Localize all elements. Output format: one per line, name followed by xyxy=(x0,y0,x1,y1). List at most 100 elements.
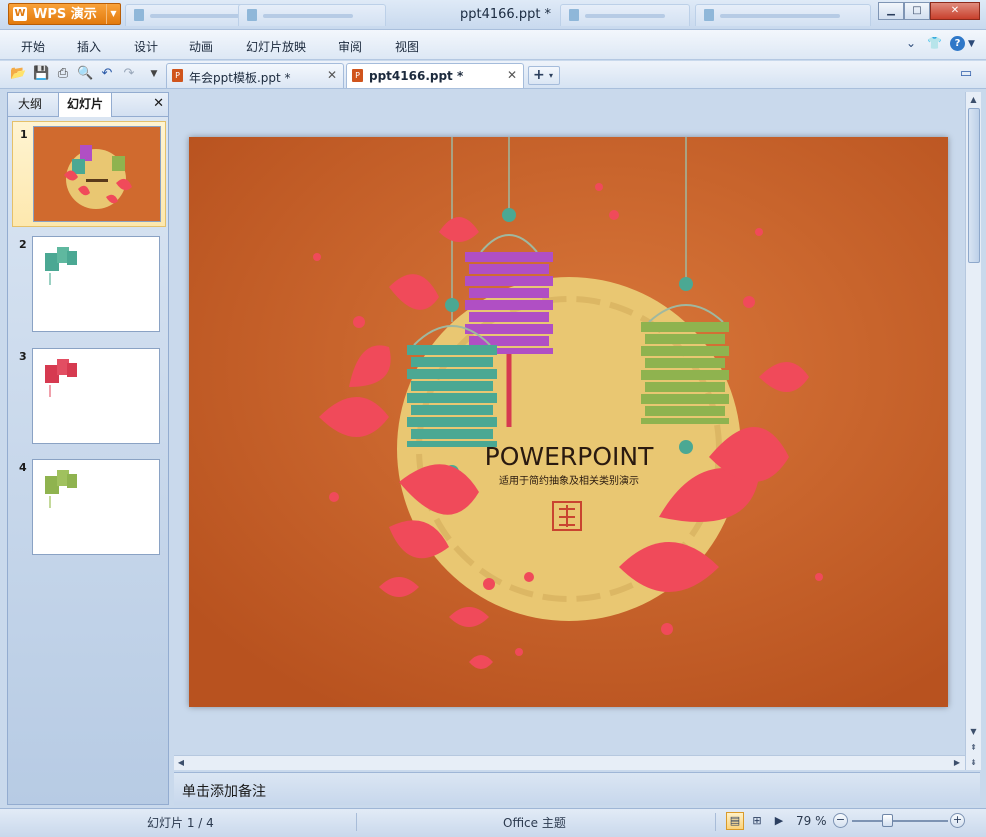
document-icon xyxy=(134,9,144,21)
doc-tab-label: ppt4166.ppt * xyxy=(369,69,464,83)
current-slide[interactable]: POWERPOINT 适用于简约抽象及相关类别演示 xyxy=(189,137,948,707)
document-icon xyxy=(704,9,714,21)
tab-outline[interactable]: 大纲 xyxy=(10,93,50,117)
slide-number: 4 xyxy=(19,461,27,474)
scroll-up-icon[interactable]: ▲ xyxy=(966,92,981,107)
slide-counter: 幻灯片 1 / 4 xyxy=(147,816,214,830)
slide-number: 1 xyxy=(20,128,28,141)
scroll-left-icon[interactable]: ◀ xyxy=(174,756,188,770)
minimize-button[interactable]: ▁ xyxy=(878,2,904,20)
doc-tab-2[interactable]: P ppt4166.ppt * ✕ xyxy=(346,63,524,88)
save-icon[interactable]: 💾 xyxy=(33,66,49,82)
blurred-tab-label xyxy=(585,14,665,18)
chevron-down-icon[interactable]: ▼ xyxy=(968,39,975,49)
slide-preview xyxy=(33,126,161,222)
app-menu-label: WPS 演示 xyxy=(33,7,97,22)
chevron-down-icon[interactable]: ▼ xyxy=(106,4,120,24)
new-tab-button[interactable]: + ▾ xyxy=(528,66,560,85)
slide-number: 2 xyxy=(19,238,27,251)
customize-toolbar-icon[interactable]: ▼ xyxy=(146,66,162,82)
plus-icon: + xyxy=(533,67,545,83)
wps-logo-icon: W xyxy=(13,7,27,21)
background-window-tab[interactable] xyxy=(560,4,690,26)
slide-4-preview-art xyxy=(45,470,77,508)
next-slide-icon[interactable]: ⇟ xyxy=(966,755,981,770)
document-icon xyxy=(247,9,257,21)
theme-name[interactable]: Office 主题 xyxy=(503,814,566,831)
close-icon[interactable]: ✕ xyxy=(327,68,337,82)
menu-bar: 开始 插入 设计 动画 幻灯片放映 审阅 视图 ⌄ 👕 ? ▼ xyxy=(0,30,986,60)
status-bar: 幻灯片 1 / 4 Office 主题 ▤ ⊞ ▶ 79 % − + xyxy=(0,808,986,837)
slide-preview xyxy=(32,459,160,555)
title-bar: W WPS 演示 ▼ ppt4166.ppt * ▁ □ ✕ xyxy=(0,0,986,30)
menu-design[interactable]: 设计 xyxy=(134,38,158,55)
scroll-down-icon[interactable]: ▼ xyxy=(966,724,981,739)
document-icon xyxy=(569,9,579,21)
blurred-tab-label xyxy=(263,14,353,18)
skin-shirt-icon[interactable]: 👕 xyxy=(927,36,942,50)
slide-preview xyxy=(32,236,160,332)
undo-icon[interactable]: ↶ xyxy=(99,66,115,82)
zoom-level[interactable]: 79 % xyxy=(796,814,827,828)
slide-thumbnail-2[interactable]: 2 xyxy=(12,232,166,338)
doc-tab-label: 年会ppt模板.ppt * xyxy=(189,71,291,85)
close-icon[interactable]: ✕ xyxy=(507,68,517,82)
blurred-tab-label xyxy=(720,14,840,18)
divider xyxy=(715,813,716,831)
scroll-thumb[interactable] xyxy=(968,108,980,263)
open-folder-icon[interactable]: 📂 xyxy=(10,66,26,82)
window-layout-icon[interactable]: ▭ xyxy=(958,66,974,82)
blurred-tab-label xyxy=(150,14,240,18)
maximize-button[interactable]: □ xyxy=(904,2,930,20)
menu-slideshow[interactable]: 幻灯片放映 xyxy=(246,38,306,55)
slideshow-icon[interactable]: ▶ xyxy=(770,812,788,830)
zoom-in-icon[interactable]: + xyxy=(950,813,965,828)
quick-access-toolbar: 📂 💾 ⎙ 🔍 ↶ ↷ ▼ P 年会ppt模板.ppt * ✕ P ppt416… xyxy=(0,61,986,89)
tab-slides[interactable]: 幻灯片 xyxy=(58,92,113,117)
redo-icon[interactable]: ↷ xyxy=(121,66,137,82)
horizontal-scrollbar[interactable]: ◀ ▶ xyxy=(174,755,965,770)
slide-panel: 大纲 幻灯片 ✕ 1 2 3 4 xyxy=(7,92,169,805)
menu-view[interactable]: 视图 xyxy=(395,38,419,55)
menu-insert[interactable]: 插入 xyxy=(77,38,101,55)
slide-thumbnail-1[interactable]: 1 xyxy=(12,121,166,227)
close-icon[interactable]: ✕ xyxy=(153,96,164,111)
help-icon[interactable]: ? xyxy=(950,36,965,51)
slide-subtitle-text[interactable]: 适用于简约抽象及相关类别演示 xyxy=(499,474,639,487)
normal-view-icon[interactable]: ▤ xyxy=(726,812,744,830)
doc-tab-1[interactable]: P 年会ppt模板.ppt * ✕ xyxy=(166,63,344,88)
background-window-tab[interactable] xyxy=(695,4,871,26)
slide-thumbnail-4[interactable]: 4 xyxy=(12,455,166,561)
slide-1-preview-art xyxy=(64,145,132,209)
slide-editor[interactable]: POWERPOINT 适用于简约抽象及相关类别演示 xyxy=(174,92,965,755)
menu-animation[interactable]: 动画 xyxy=(189,38,213,55)
notes-placeholder[interactable]: 单击添加备注 xyxy=(182,781,266,801)
menu-review[interactable]: 审阅 xyxy=(338,38,362,55)
zoom-slider-track[interactable] xyxy=(852,820,948,822)
slide-preview xyxy=(32,348,160,444)
ppt-file-icon: P xyxy=(352,69,363,82)
notes-pane[interactable]: 单击添加备注 xyxy=(174,772,980,805)
slide-number: 3 xyxy=(19,350,27,363)
panel-tabs: 大纲 幻灯片 ✕ xyxy=(8,92,168,117)
slide-title-text[interactable]: POWERPOINT xyxy=(485,442,654,471)
slide-sorter-icon[interactable]: ⊞ xyxy=(748,812,766,830)
window-title: ppt4166.ppt * xyxy=(460,7,552,22)
slide-3-preview-art xyxy=(45,359,77,397)
zoom-slider-handle[interactable] xyxy=(882,814,893,827)
ppt-file-icon: P xyxy=(172,69,183,82)
zoom-out-icon[interactable]: − xyxy=(833,813,848,828)
menu-home[interactable]: 开始 xyxy=(21,38,45,55)
print-preview-icon[interactable]: 🔍 xyxy=(77,66,93,82)
close-button[interactable]: ✕ xyxy=(930,2,980,20)
divider xyxy=(356,813,357,831)
scroll-right-icon[interactable]: ▶ xyxy=(950,756,964,770)
prev-slide-icon[interactable]: ⇞ xyxy=(966,740,981,755)
vertical-scrollbar[interactable]: ▲ ▼ ⇞ ⇟ xyxy=(965,92,981,770)
chevron-down-icon[interactable]: ⌄ xyxy=(906,36,916,50)
slide-artwork: POWERPOINT 适用于简约抽象及相关类别演示 xyxy=(189,137,948,707)
app-menu-button[interactable]: W WPS 演示 ▼ xyxy=(8,3,121,25)
background-window-tab[interactable] xyxy=(238,4,386,26)
print-icon[interactable]: ⎙ xyxy=(55,66,71,82)
slide-thumbnail-3[interactable]: 3 xyxy=(12,344,166,450)
